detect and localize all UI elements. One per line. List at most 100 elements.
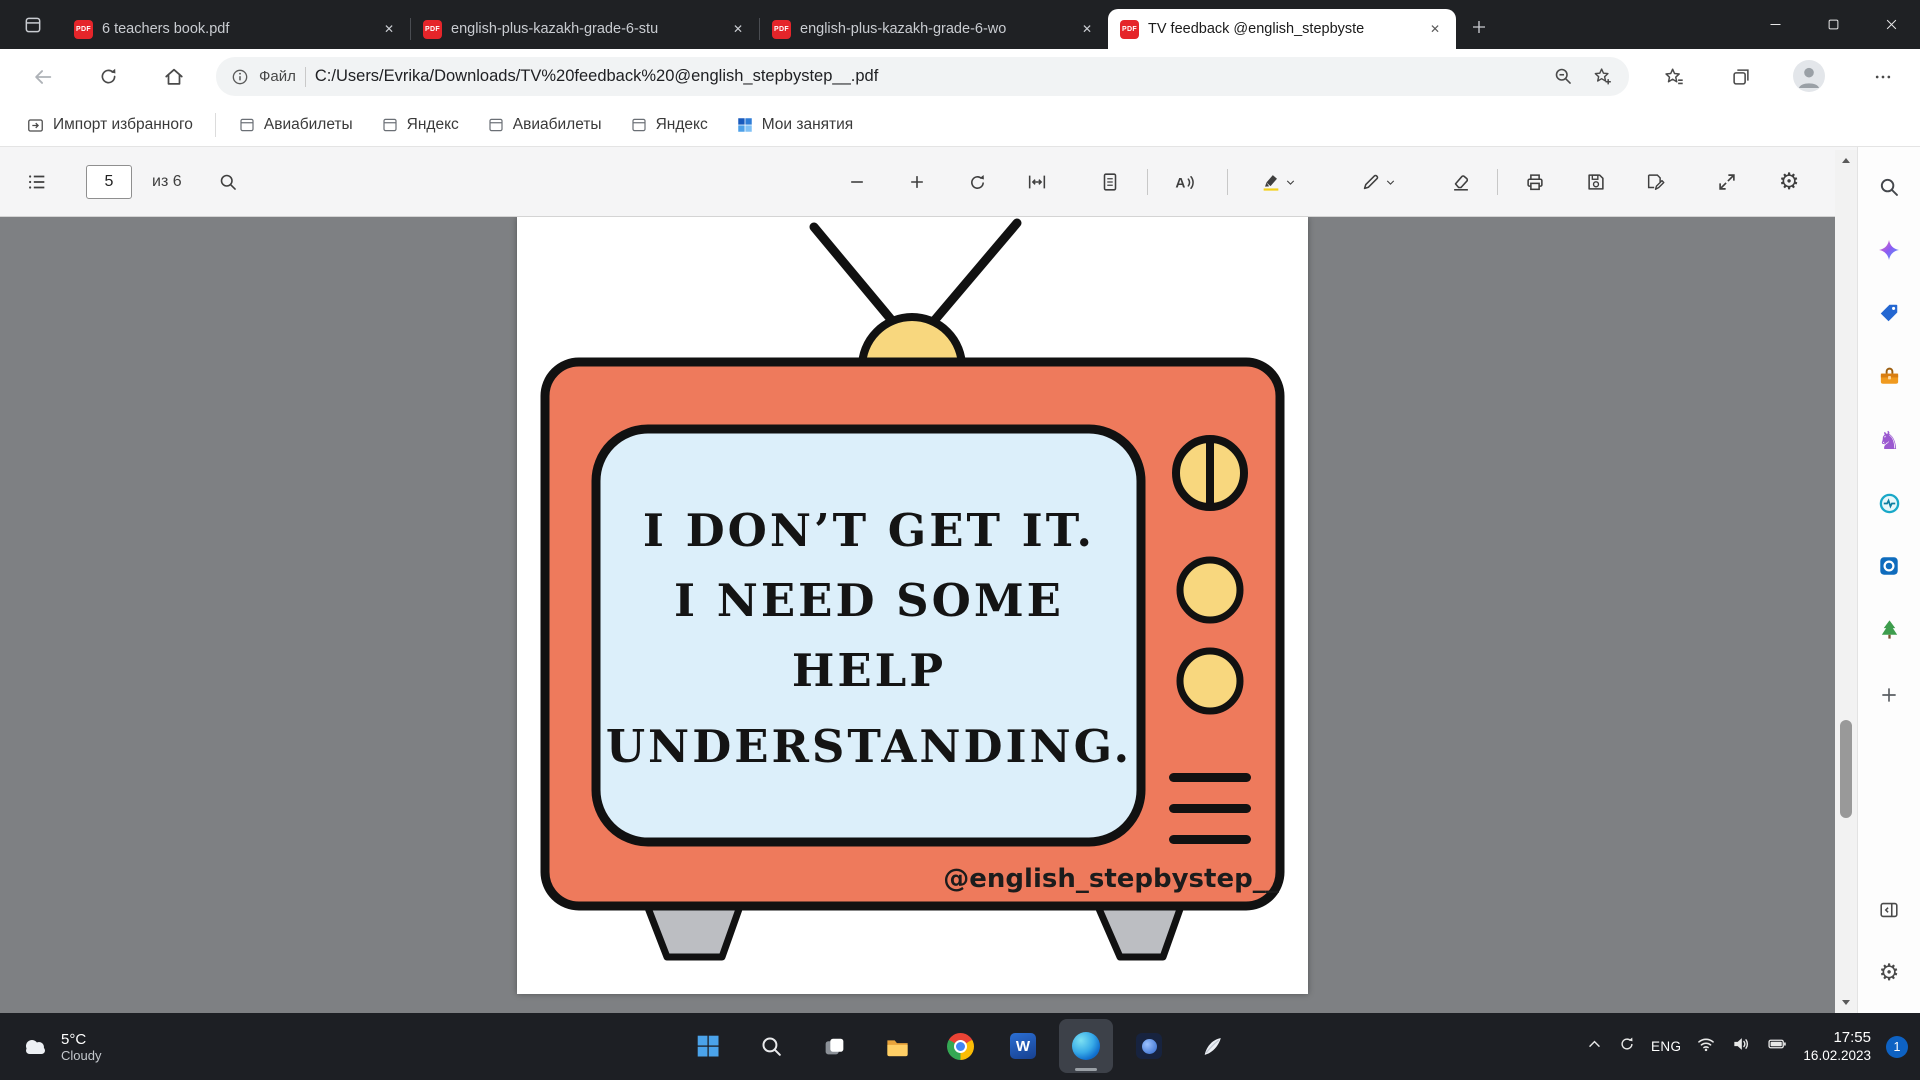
tab-label: 6 teachers book.pdf xyxy=(102,21,369,37)
file-explorer-button[interactable] xyxy=(870,1019,924,1073)
start-button[interactable] xyxy=(681,1019,735,1073)
page-view-button[interactable] xyxy=(1090,162,1130,202)
plus-icon xyxy=(1879,685,1899,705)
favorite-moi-zanyatiya[interactable]: Мои занятия xyxy=(726,111,864,139)
battery-button[interactable] xyxy=(1766,1034,1788,1059)
plus-icon xyxy=(907,172,927,192)
screenshot-tool-button[interactable] xyxy=(1122,1019,1176,1073)
read-aloud-icon: A xyxy=(1173,171,1196,194)
chevron-up-icon xyxy=(1586,1036,1603,1053)
back-button[interactable] xyxy=(24,58,61,95)
zoom-in-button[interactable] xyxy=(897,162,937,202)
tab-close-icon[interactable]: ✕ xyxy=(1076,18,1098,40)
address-bar[interactable]: Файл C:/Users/Evrika/Downloads/TV%20feed… xyxy=(216,57,1629,96)
tab-close-icon[interactable]: ✕ xyxy=(727,18,749,40)
favorite-import[interactable]: Импорт избранного xyxy=(16,111,203,140)
wifi-icon xyxy=(1696,1034,1716,1054)
fullscreen-button[interactable] xyxy=(1707,162,1747,202)
home-button[interactable] xyxy=(155,58,192,95)
print-button[interactable] xyxy=(1515,162,1555,202)
fit-width-button[interactable] xyxy=(1017,162,1057,202)
feather-icon xyxy=(1200,1034,1225,1059)
draw-button[interactable] xyxy=(1346,162,1410,202)
highlight-button[interactable] xyxy=(1246,162,1310,202)
favorite-yandex-1[interactable]: Яндекс xyxy=(371,111,469,139)
tab-close-icon[interactable]: ✕ xyxy=(1424,18,1446,40)
scroll-up-button[interactable] xyxy=(1835,152,1857,170)
tv-text-line-1: I DON’T GET IT. xyxy=(643,504,1095,557)
tab-1[interactable]: PDF 6 teachers book.pdf ✕ xyxy=(62,9,410,49)
pdf-scrollbar[interactable] xyxy=(1835,150,1857,1013)
sidebar-search-button[interactable] xyxy=(1869,167,1909,207)
sidebar-hide-panel-button[interactable] xyxy=(1869,890,1909,930)
toolbox-icon xyxy=(1878,365,1901,388)
toc-button[interactable] xyxy=(17,162,57,202)
chrome-button[interactable] xyxy=(933,1019,987,1073)
tv-knob-2 xyxy=(1180,651,1240,711)
sidebar-add-button[interactable] xyxy=(1869,675,1909,715)
search-icon xyxy=(759,1034,784,1059)
weather-widget[interactable]: 5°C Cloudy xyxy=(10,1013,111,1080)
scroll-down-button[interactable] xyxy=(1835,993,1857,1011)
scrollbar-thumb[interactable] xyxy=(1840,720,1852,818)
favorites-star-icon xyxy=(1663,66,1685,88)
volume-button[interactable] xyxy=(1731,1034,1751,1059)
favorite-aviabilety-2[interactable]: Авиабилеты xyxy=(477,111,612,139)
tab-actions-icon[interactable] xyxy=(16,10,50,40)
tab-close-icon[interactable]: ✕ xyxy=(378,18,400,40)
save-button[interactable] xyxy=(1576,162,1616,202)
taskbar-search-button[interactable] xyxy=(744,1019,798,1073)
tab-2[interactable]: PDF english-plus-kazakh-grade-6-stu ✕ xyxy=(411,9,759,49)
zoom-out-button[interactable] xyxy=(837,162,877,202)
collections-button[interactable] xyxy=(1722,58,1759,95)
pdf-search-button[interactable] xyxy=(208,162,248,202)
favorites-button[interactable] xyxy=(1655,58,1692,95)
pdf-file-icon: PDF xyxy=(423,20,442,39)
zoom-out-page-button[interactable] xyxy=(1548,62,1578,92)
sidebar-browser-essentials-button[interactable] xyxy=(1869,483,1909,523)
read-aloud-button[interactable]: A xyxy=(1164,162,1204,202)
maximize-button[interactable] xyxy=(1804,0,1862,49)
back-arrow-icon xyxy=(32,66,54,88)
new-tab-button[interactable] xyxy=(1462,10,1496,44)
star-plus-icon xyxy=(1592,66,1613,87)
pdf-settings-button[interactable]: ⚙ xyxy=(1769,162,1809,202)
profile-avatar[interactable] xyxy=(1793,60,1825,92)
wifi-button[interactable] xyxy=(1696,1034,1716,1059)
sidebar-copilot-button[interactable] xyxy=(1869,230,1909,270)
sidebar-games-button[interactable]: ♞ xyxy=(1869,420,1909,460)
tray-sync-button[interactable] xyxy=(1618,1035,1636,1058)
close-window-button[interactable] xyxy=(1862,0,1920,49)
sidebar-toolbox-button[interactable] xyxy=(1869,356,1909,396)
url-text[interactable]: C:/Users/Evrika/Downloads/TV%20feedback%… xyxy=(315,67,1539,86)
add-favorite-button[interactable] xyxy=(1587,62,1617,92)
page-number-input[interactable] xyxy=(86,165,132,199)
clock-widget[interactable]: 17:55 16.02.2023 xyxy=(1803,1028,1871,1065)
sidebar-tree-button[interactable] xyxy=(1869,609,1909,649)
erase-button[interactable] xyxy=(1441,162,1481,202)
refresh-button[interactable] xyxy=(90,58,127,95)
rotate-button[interactable] xyxy=(957,162,997,202)
hidden-icons-button[interactable] xyxy=(1586,1036,1603,1058)
favorite-yandex-2[interactable]: Яндекс xyxy=(620,111,718,139)
sidebar-shopping-button[interactable] xyxy=(1869,293,1909,333)
task-view-button[interactable] xyxy=(807,1019,861,1073)
info-icon[interactable] xyxy=(230,67,250,87)
browser-menu-button[interactable] xyxy=(1864,58,1901,95)
sidebar-settings-button[interactable]: ⚙ xyxy=(1869,953,1909,993)
save-as-button[interactable] xyxy=(1636,162,1676,202)
person-icon xyxy=(1793,60,1825,92)
sidebar-outlook-button[interactable] xyxy=(1869,546,1909,586)
feather-app-button[interactable] xyxy=(1185,1019,1239,1073)
favorites-bar: Импорт избранного Авиабилеты Яндекс Авиа… xyxy=(0,104,1920,147)
tab-3[interactable]: PDF english-plus-kazakh-grade-6-wo ✕ xyxy=(760,9,1108,49)
notification-badge[interactable]: 1 xyxy=(1886,1036,1908,1058)
edge-button-active[interactable] xyxy=(1059,1019,1113,1073)
pdf-viewport[interactable]: I DON’T GET IT. I NEED SOME HELP UNDERST… xyxy=(0,217,1857,1013)
system-tray: ENG 17:55 16.02.2023 1 xyxy=(1586,1013,1920,1080)
language-indicator[interactable]: ENG xyxy=(1651,1039,1681,1054)
minimize-button[interactable] xyxy=(1746,0,1804,49)
tab-4-active[interactable]: PDF TV feedback @english_stepbyste ✕ xyxy=(1108,9,1456,49)
word-button[interactable]: W xyxy=(996,1019,1050,1073)
favorite-aviabilety-1[interactable]: Авиабилеты xyxy=(228,111,363,139)
